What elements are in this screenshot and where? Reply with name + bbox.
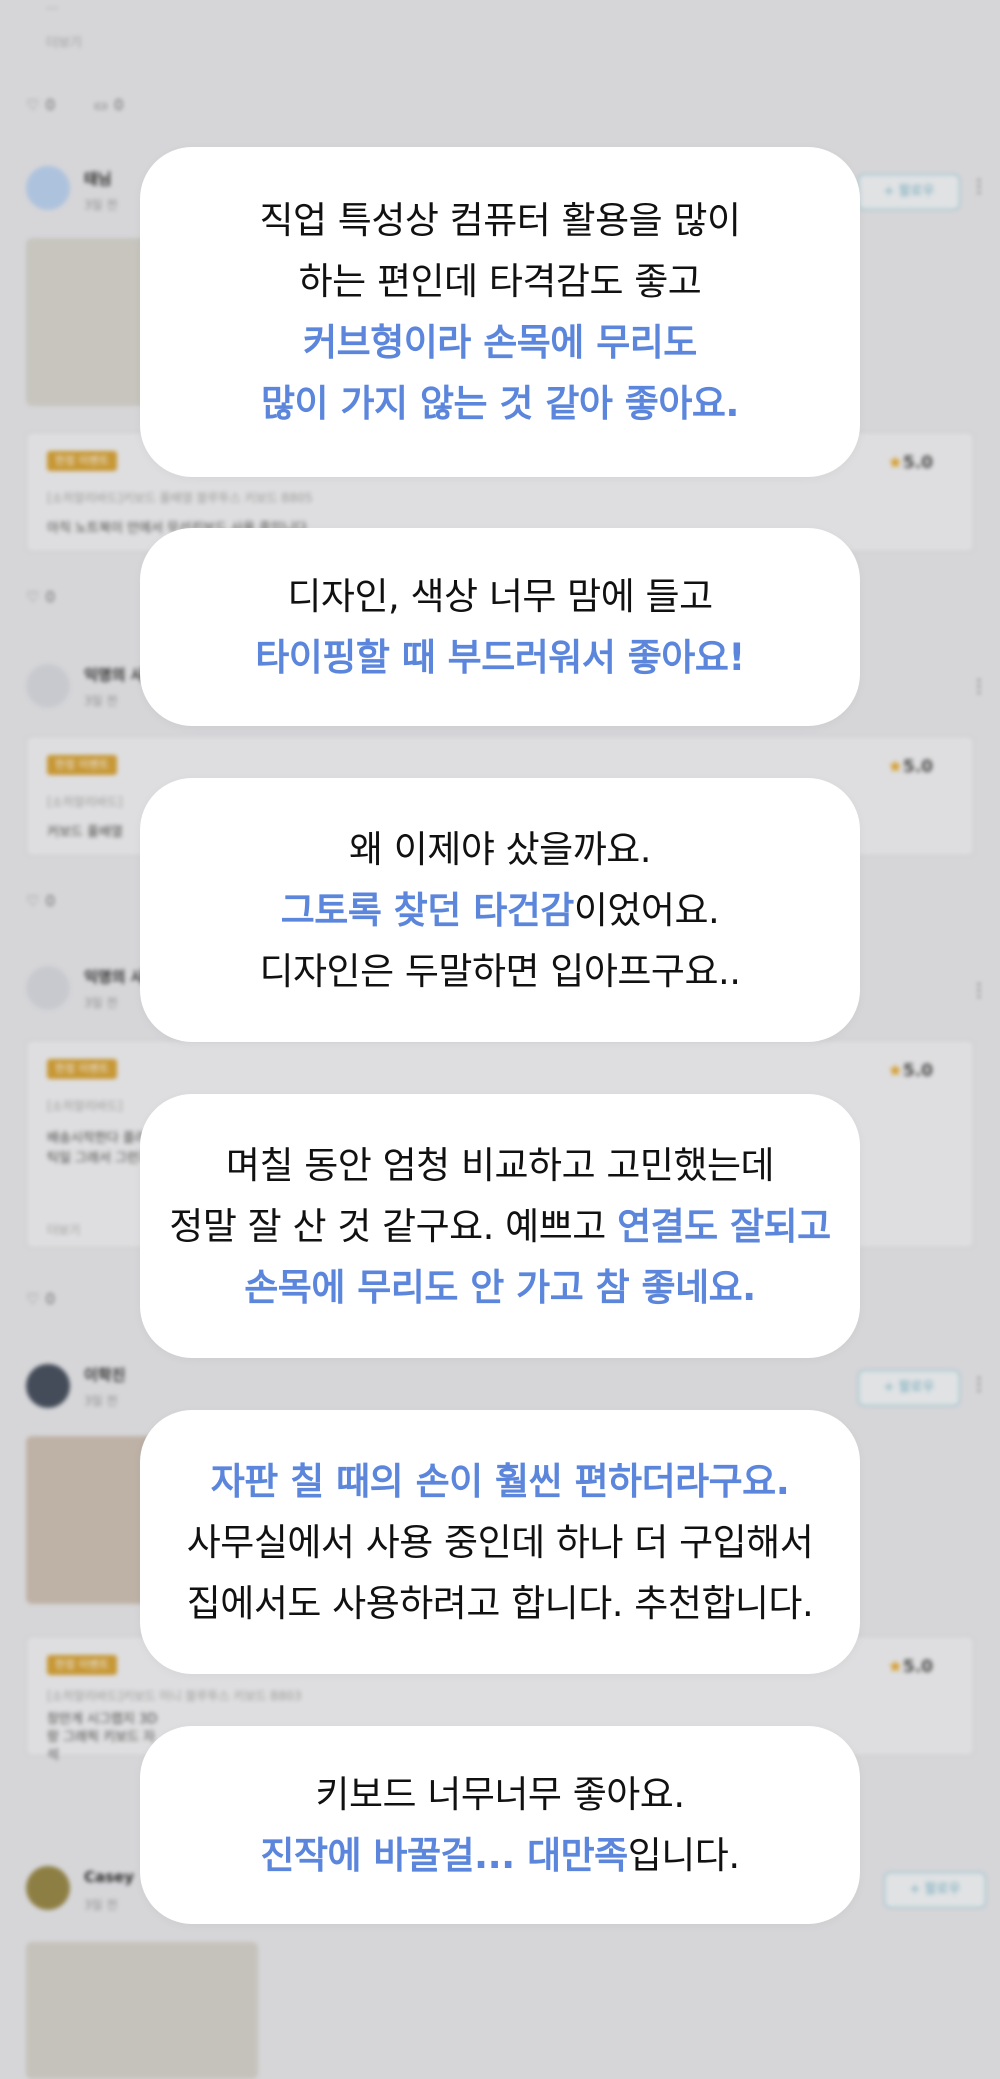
- quote-segment: 하는 편인데 타격감도 좋고: [298, 260, 702, 303]
- quote-segment: 이었어요.: [573, 888, 720, 932]
- quote-text: 키보드 너무너무 좋아요. 진작에 바꿀걸... 대만족입니다.: [260, 1764, 740, 1886]
- quote-line: 타이핑할 때 부드러워서 좋아요!: [255, 627, 745, 688]
- quote-segment: 집에서도 사용하려고 합니다. 추천합니다.: [186, 1581, 814, 1625]
- highlighted-text: 커브형이라 손목에 무리도: [303, 321, 697, 364]
- quote-line: 자판 칠 때의 손이 훨씬 편하더라구요.: [187, 1451, 814, 1512]
- quote-segment: 디자인은 두말하면 입아프구요..: [259, 949, 741, 993]
- quote-line: 직업 특성상 컴퓨터 활용을 많이: [259, 190, 741, 251]
- quote-line: 진작에 바꿀걸... 대만족입니다.: [260, 1825, 740, 1886]
- quote-line: 키보드 너무너무 좋아요.: [260, 1764, 739, 1825]
- highlighted-text: 손목에 무리도 안 가고 참 좋네요.: [244, 1265, 756, 1309]
- quote-segment: 며칠 동안 엄청 비교하고 고민했는데: [225, 1143, 775, 1187]
- quote-segment: 왜 이제야 샀을까요.: [348, 827, 652, 871]
- quote-bubble-4: 며칠 동안 엄청 비교하고 고민했는데정말 잘 산 것 같구요. 예쁘고 연결도…: [140, 1094, 860, 1358]
- highlighted-text: 연결도 잘되고: [617, 1204, 831, 1248]
- quote-line: 디자인, 색상 너무 맘에 들고: [255, 566, 745, 627]
- quote-line: 많이 가지 않는 것 같아 좋아요.: [259, 373, 740, 434]
- quote-segment: 키보드 너무너무 좋아요.: [315, 1773, 685, 1816]
- quote-text: 직업 특성상 컴퓨터 활용을 많이하는 편인데 타격감도 좋고커브형이라 손목에…: [259, 190, 741, 434]
- quote-text: 디자인, 색상 너무 맘에 들고타이핑할 때 부드러워서 좋아요!: [255, 566, 745, 688]
- quote-segment: 입니다.: [627, 1834, 740, 1877]
- quote-bubble-2: 디자인, 색상 너무 맘에 들고타이핑할 때 부드러워서 좋아요!: [140, 528, 860, 726]
- quote-line: 손목에 무리도 안 가고 참 좋네요.: [169, 1257, 830, 1318]
- highlighted-text: 타이핑할 때 부드러워서 좋아요!: [255, 636, 745, 679]
- quote-bubble-3: 왜 이제야 샀을까요. 그토록 찾던 타건감이었어요. 디자인은 두말하면 입아프구…: [140, 778, 860, 1042]
- quote-line: 그토록 찾던 타건감이었어요.: [259, 880, 740, 941]
- quote-bubble-6: 키보드 너무너무 좋아요. 진작에 바꿀걸... 대만족입니다.: [140, 1726, 860, 1924]
- quote-bubble-5: 자판 칠 때의 손이 훨씬 편하더라구요. 사무실에서 사용 중인데 하나 더 구…: [140, 1410, 860, 1674]
- quote-segment: 정말 잘 산 것 같구요. 예쁘고: [169, 1204, 618, 1248]
- quote-line: 정말 잘 산 것 같구요. 예쁘고 연결도 잘되고: [169, 1196, 831, 1257]
- quote-line: 사무실에서 사용 중인데 하나 더 구입해서: [187, 1512, 814, 1573]
- quote-line: 왜 이제야 샀을까요.: [259, 819, 740, 880]
- highlighted-text: 자판 칠 때의 손이 훨씬 편하더라구요.: [210, 1459, 790, 1503]
- quote-segment: 직업 특성상 컴퓨터 활용을 많이: [259, 199, 741, 242]
- quote-segment: 사무실에서 사용 중인데 하나 더 구입해서: [186, 1520, 814, 1564]
- quote-segment: 디자인, 색상 너무 맘에 들고: [287, 575, 713, 618]
- quote-text: 왜 이제야 샀을까요. 그토록 찾던 타건감이었어요. 디자인은 두말하면 입아프구…: [259, 819, 741, 1002]
- quote-text: 자판 칠 때의 손이 훨씬 편하더라구요. 사무실에서 사용 중인데 하나 더 구…: [187, 1451, 814, 1634]
- highlighted-text: 진작에 바꿀걸... 대만족: [260, 1834, 628, 1877]
- quote-line: 집에서도 사용하려고 합니다. 추천합니다.: [187, 1573, 814, 1634]
- quote-bubble-1: 직업 특성상 컴퓨터 활용을 많이하는 편인데 타격감도 좋고커브형이라 손목에…: [140, 147, 860, 477]
- quote-line: 디자인은 두말하면 입아프구요..: [259, 941, 741, 1002]
- highlighted-text: 많이 가지 않는 것 같아 좋아요.: [261, 382, 739, 425]
- quote-line: 며칠 동안 엄청 비교하고 고민했는데: [169, 1135, 830, 1196]
- highlighted-text: 그토록 찾던 타건감: [280, 888, 575, 932]
- quote-text: 며칠 동안 엄청 비교하고 고민했는데정말 잘 산 것 같구요. 예쁘고 연결도…: [169, 1135, 831, 1318]
- quote-line: 커브형이라 손목에 무리도: [259, 312, 740, 373]
- quote-line: 하는 편인데 타격감도 좋고: [259, 251, 740, 312]
